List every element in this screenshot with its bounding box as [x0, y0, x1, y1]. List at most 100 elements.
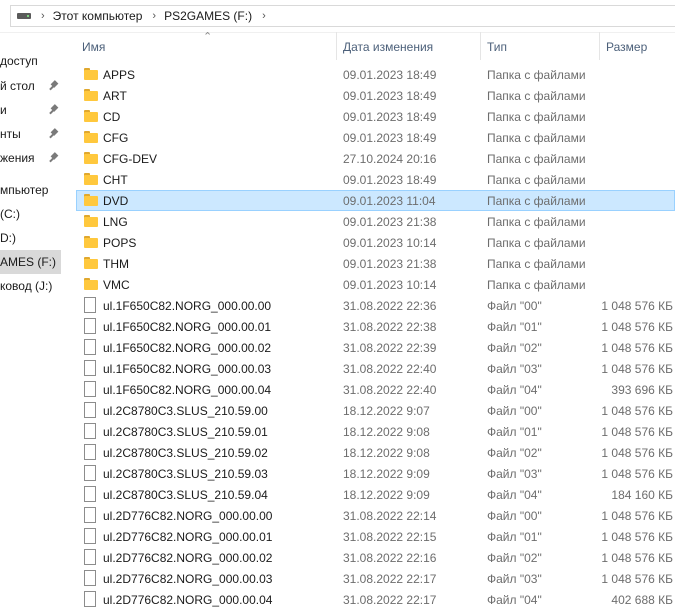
file-icon — [84, 318, 96, 334]
file-row[interactable]: ul.2D776C82.NORG_000.00.02 31.08.2022 22:… — [76, 547, 675, 568]
date-modified: 31.08.2022 22:39 — [343, 341, 437, 355]
nav-item-drive-d[interactable]: D:) — [0, 226, 61, 250]
file-row[interactable]: ul.2C8780C3.SLUS_210.59.01 18.12.2022 9:0… — [76, 421, 675, 442]
file-type: Файл "03" — [487, 467, 542, 481]
pin-icon — [48, 129, 58, 139]
file-size: 1 048 576 КБ — [601, 446, 673, 460]
folder-row[interactable]: CD 09.01.2023 18:49 Папка с файлами — [76, 106, 675, 127]
nav-item-this-pc[interactable]: мпьютер — [0, 178, 61, 202]
file-size: 1 048 576 КБ — [601, 341, 673, 355]
file-row[interactable]: ul.1F650C82.NORG_000.00.00 31.08.2022 22:… — [76, 295, 675, 316]
file-icon — [84, 444, 96, 460]
file-size: 1 048 576 КБ — [601, 551, 673, 565]
date-modified: 18.12.2022 9:09 — [343, 488, 430, 502]
file-icon — [84, 402, 96, 418]
breadcrumb-this-pc[interactable]: Этот компьютер — [53, 9, 143, 23]
file-type: Папка с файлами — [487, 278, 586, 292]
drive-icon — [17, 12, 31, 20]
folder-icon — [84, 236, 98, 248]
folder-row[interactable]: CFG-DEV 27.10.2024 20:16 Папка с файлами — [76, 148, 675, 169]
file-row[interactable]: ul.2D776C82.NORG_000.00.04 31.08.2022 22:… — [76, 589, 675, 610]
column-divider[interactable] — [336, 32, 337, 60]
file-name: ul.2C8780C3.SLUS_210.59.01 — [103, 425, 268, 439]
file-name: ul.2D776C82.NORG_000.00.02 — [103, 551, 273, 565]
file-name: CD — [103, 110, 121, 124]
file-size: 1 048 576 КБ — [601, 299, 673, 313]
nav-item-quick-access[interactable]: доступ — [0, 49, 61, 73]
date-modified: 09.01.2023 21:38 — [343, 215, 437, 229]
sort-ascending-icon: ⌃ — [203, 31, 213, 43]
file-name: ul.2D776C82.NORG_000.00.03 — [103, 572, 273, 586]
column-header-date[interactable]: Дата изменения — [343, 40, 433, 54]
date-modified: 09.01.2023 18:49 — [343, 68, 437, 82]
nav-item-drive-c[interactable]: (C:) — [0, 202, 61, 226]
folder-row[interactable]: CHT 09.01.2023 18:49 Папка с файлами — [76, 169, 675, 190]
file-icon — [84, 381, 96, 397]
file-type: Файл "04" — [487, 593, 542, 607]
file-row[interactable]: ul.1F650C82.NORG_000.00.02 31.08.2022 22:… — [76, 337, 675, 358]
nav-item-downloads[interactable]: и — [0, 98, 61, 122]
file-name: ul.1F650C82.NORG_000.00.03 — [103, 362, 272, 376]
file-row[interactable]: ul.1F650C82.NORG_000.00.03 31.08.2022 22:… — [76, 358, 675, 379]
file-name: ul.1F650C82.NORG_000.00.04 — [103, 383, 272, 397]
file-row[interactable]: ul.2C8780C3.SLUS_210.59.03 18.12.2022 9:0… — [76, 463, 675, 484]
file-name: ART — [103, 89, 127, 103]
file-name: ul.2D776C82.NORG_000.00.00 — [103, 509, 273, 523]
folder-row[interactable]: CFG 09.01.2023 18:49 Папка с файлами — [76, 127, 675, 148]
file-type: Файл "04" — [487, 383, 542, 397]
date-modified: 09.01.2023 10:14 — [343, 236, 437, 250]
folder-row[interactable]: DVD 09.01.2023 11:04 Папка с файлами — [76, 190, 675, 211]
folder-icon — [84, 173, 98, 185]
column-header-size[interactable]: Размер — [606, 40, 647, 54]
file-type: Файл "01" — [487, 530, 542, 544]
file-name: ul.1F650C82.NORG_000.00.01 — [103, 320, 272, 334]
file-row[interactable]: ul.2C8780C3.SLUS_210.59.02 18.12.2022 9:0… — [76, 442, 675, 463]
date-modified: 31.08.2022 22:16 — [343, 551, 437, 565]
column-header-name[interactable]: Имя — [82, 40, 105, 54]
date-modified: 18.12.2022 9:09 — [343, 467, 430, 481]
date-modified: 31.08.2022 22:36 — [343, 299, 437, 313]
folder-row[interactable]: THM 09.01.2023 21:38 Папка с файлами — [76, 253, 675, 274]
file-name: ul.2D776C82.NORG_000.00.04 — [103, 593, 273, 607]
file-icon — [84, 570, 96, 586]
file-row[interactable]: ul.2D776C82.NORG_000.00.00 31.08.2022 22:… — [76, 505, 675, 526]
nav-item-pictures[interactable]: жения — [0, 146, 61, 170]
column-divider[interactable] — [599, 32, 600, 60]
chevron-right-icon[interactable]: › — [152, 10, 156, 22]
nav-item-documents[interactable]: нты — [0, 122, 61, 146]
file-size: 1 048 576 КБ — [601, 320, 673, 334]
nav-item-drive-j[interactable]: ковод (J:) — [0, 274, 61, 298]
nav-item-drive-f[interactable]: AMES (F:) — [0, 250, 61, 274]
file-size: 1 048 576 КБ — [601, 425, 673, 439]
address-box[interactable]: › Этот компьютер › PS2GAMES (F:) › — [10, 5, 675, 27]
file-row[interactable]: ul.1F650C82.NORG_000.00.01 31.08.2022 22:… — [76, 316, 675, 337]
folder-row[interactable]: ART 09.01.2023 18:49 Папка с файлами — [76, 85, 675, 106]
file-type: Папка с файлами — [487, 110, 586, 124]
file-row[interactable]: ul.1F650C82.NORG_000.00.04 31.08.2022 22:… — [76, 379, 675, 400]
folder-icon — [84, 110, 98, 122]
column-divider[interactable] — [480, 32, 481, 60]
pin-icon — [48, 105, 58, 115]
file-name: THM — [103, 257, 129, 271]
nav-item-desktop[interactable]: й стол — [0, 74, 61, 98]
file-name: LNG — [103, 215, 128, 229]
column-header-type[interactable]: Тип — [487, 40, 507, 54]
folder-row[interactable]: POPS 09.01.2023 10:14 Папка с файлами — [76, 232, 675, 253]
file-row[interactable]: ul.2D776C82.NORG_000.00.03 31.08.2022 22:… — [76, 568, 675, 589]
chevron-right-icon[interactable]: › — [41, 10, 45, 22]
folder-row[interactable]: LNG 09.01.2023 21:38 Папка с файлами — [76, 211, 675, 232]
breadcrumb-drive[interactable]: PS2GAMES (F:) — [164, 9, 252, 23]
file-row[interactable]: ul.2C8780C3.SLUS_210.59.04 18.12.2022 9:0… — [76, 484, 675, 505]
file-type: Файл "00" — [487, 509, 542, 523]
file-row[interactable]: ul.2D776C82.NORG_000.00.01 31.08.2022 22:… — [76, 526, 675, 547]
file-name: CHT — [103, 173, 128, 187]
folder-row[interactable]: APPS 09.01.2023 18:49 Папка с файлами — [76, 64, 675, 85]
folder-row[interactable]: VMC 09.01.2023 10:14 Папка с файлами — [76, 274, 675, 295]
file-size: 184 160 КБ — [611, 488, 673, 502]
file-type: Папка с файлами — [487, 194, 586, 208]
file-name: ul.2C8780C3.SLUS_210.59.03 — [103, 467, 268, 481]
file-row[interactable]: ul.2C8780C3.SLUS_210.59.00 18.12.2022 9:0… — [76, 400, 675, 421]
date-modified: 31.08.2022 22:17 — [343, 593, 437, 607]
file-type: Файл "03" — [487, 362, 542, 376]
chevron-right-icon[interactable]: › — [262, 10, 266, 22]
